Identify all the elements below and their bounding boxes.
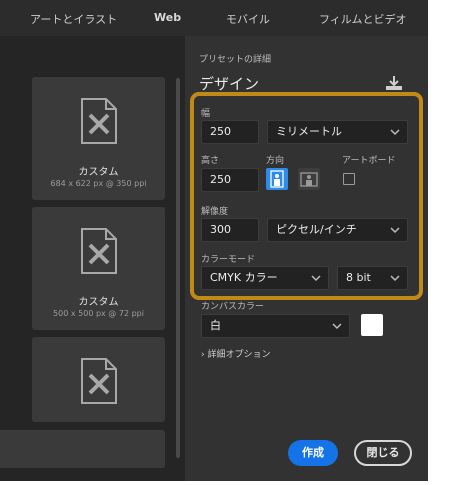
chevron-right-icon: › bbox=[201, 350, 205, 360]
chevron-down-icon bbox=[311, 275, 321, 282]
close-button[interactable]: 閉じる bbox=[354, 440, 412, 466]
bit-depth-value: 8 bit bbox=[346, 271, 371, 284]
chevron-down-icon bbox=[332, 323, 342, 330]
preset-category-tabs: アートとイラスト Web モバイル フィルムとビデオ bbox=[0, 0, 428, 36]
save-preset-icon[interactable] bbox=[385, 75, 403, 91]
resolution-input[interactable]: 300 bbox=[201, 218, 259, 242]
canvas-color-swatch[interactable] bbox=[361, 314, 383, 336]
width-input[interactable]: 250 bbox=[201, 120, 259, 144]
document-name[interactable]: デザイン bbox=[199, 73, 259, 94]
width-label: 幅 bbox=[201, 109, 211, 119]
resolution-unit-value: ピクセル/インチ bbox=[276, 223, 357, 236]
color-mode-select[interactable]: CMYK カラー bbox=[201, 266, 329, 290]
preset-size: 684 x 622 px @ 350 ppi bbox=[50, 179, 147, 188]
advanced-options-toggle[interactable]: › 詳細オプション bbox=[201, 347, 271, 360]
width-unit-value: ミリメートル bbox=[276, 125, 342, 138]
advanced-options-label: 詳細オプション bbox=[207, 350, 271, 360]
preset-list: カスタム 684 x 622 px @ 350 ppi カスタム 500 x 5… bbox=[0, 36, 185, 481]
tab-film-video[interactable]: フィルムとビデオ bbox=[319, 11, 407, 27]
canvas-color-value: 白 bbox=[210, 319, 221, 332]
landscape-orientation-button[interactable] bbox=[298, 168, 320, 190]
chevron-down-icon bbox=[390, 129, 400, 136]
preset-size: 500 x 500 px @ 72 ppi bbox=[53, 309, 144, 318]
height-label: 高さ bbox=[201, 156, 220, 166]
document-icon bbox=[81, 228, 117, 274]
preset-details-label: プリセットの詳細 bbox=[199, 55, 272, 65]
document-icon bbox=[81, 98, 117, 144]
preset-card[interactable] bbox=[32, 337, 165, 422]
portrait-icon bbox=[270, 170, 284, 188]
create-button[interactable]: 作成 bbox=[288, 440, 338, 466]
preset-card[interactable] bbox=[0, 430, 165, 468]
chevron-down-icon bbox=[390, 227, 400, 234]
tab-web[interactable]: Web bbox=[154, 11, 181, 24]
resolution-unit-select[interactable]: ピクセル/インチ bbox=[267, 218, 408, 242]
portrait-orientation-button[interactable] bbox=[266, 168, 288, 190]
new-document-dialog: アートとイラスト Web モバイル フィルムとビデオ カスタム 684 x 62… bbox=[0, 0, 428, 481]
resolution-label: 解像度 bbox=[201, 207, 229, 217]
width-unit-select[interactable]: ミリメートル bbox=[267, 120, 408, 144]
preset-card[interactable]: カスタム 500 x 500 px @ 72 ppi bbox=[32, 207, 165, 330]
color-mode-label: カラーモード bbox=[201, 255, 256, 265]
canvas-color-select[interactable]: 白 bbox=[201, 314, 350, 338]
orientation-label: 方向 bbox=[266, 156, 285, 166]
height-input[interactable]: 250 bbox=[201, 168, 259, 192]
canvas-color-label: カンバスカラー bbox=[201, 302, 265, 312]
artboard-label: アートボード bbox=[342, 156, 396, 166]
tab-mobile[interactable]: モバイル bbox=[226, 11, 270, 27]
preset-title: カスタム bbox=[78, 167, 119, 178]
preset-scrollbar[interactable] bbox=[176, 78, 180, 458]
artboard-checkbox[interactable] bbox=[343, 173, 355, 185]
chevron-down-icon bbox=[390, 275, 400, 282]
preset-card[interactable]: カスタム 684 x 622 px @ 350 ppi bbox=[32, 77, 165, 200]
preset-title: カスタム bbox=[78, 297, 119, 308]
color-mode-value: CMYK カラー bbox=[210, 271, 278, 284]
tab-art-illustration[interactable]: アートとイラスト bbox=[30, 11, 117, 27]
landscape-icon bbox=[300, 172, 318, 187]
document-icon bbox=[81, 358, 117, 404]
preset-details-panel: プリセットの詳細 デザイン 幅 250 ミリメートル 高さ 方向 アートボード … bbox=[185, 36, 428, 481]
bit-depth-select[interactable]: 8 bit bbox=[337, 266, 408, 290]
